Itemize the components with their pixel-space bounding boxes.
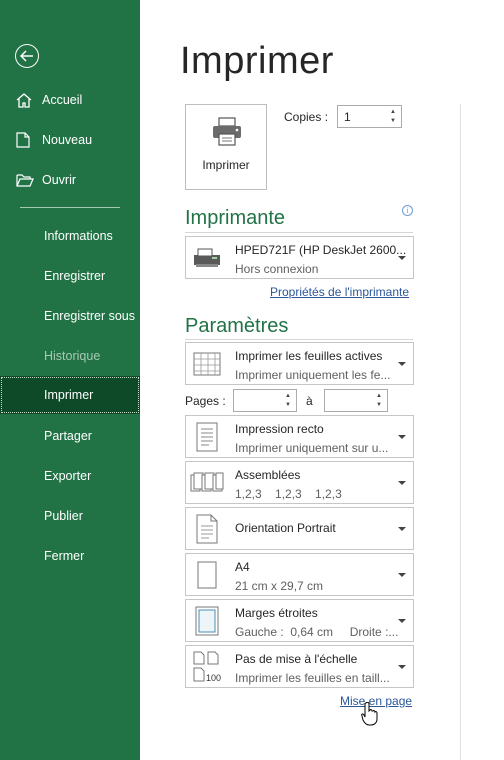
collate-desc: 1,2,3 1,2,3 1,2,3 [235, 487, 342, 501]
backstage-sidebar: Accueil Nouveau Ouvrir Informations Enre… [0, 0, 140, 760]
copies-label: Copies : [284, 110, 329, 124]
collate-select[interactable]: Assemblées 1,2,3 1,2,3 1,2,3 [185, 461, 414, 504]
one-sided-page-icon [190, 420, 224, 454]
printer-heading: Imprimante [185, 207, 286, 229]
collated-pages-icon [190, 466, 224, 500]
sidebar-item-save-as[interactable]: Enregistrer sous [0, 297, 140, 335]
sides-desc: Imprimer uniquement sur u... [235, 441, 389, 455]
copies-value: 1 [344, 110, 351, 124]
home-icon [16, 92, 42, 108]
sidebar-item-label: Fermer [44, 549, 85, 563]
pages-to-label: à [306, 394, 313, 408]
sidebar-item-open[interactable]: Ouvrir [0, 161, 140, 199]
margins-select[interactable]: Marges étroites Gauche : 0,64 cm Droite … [185, 599, 414, 642]
sidebar-item-label: Imprimer [44, 388, 94, 402]
sidebar-item-share[interactable]: Partager [0, 417, 140, 455]
sidebar-item-label: Partager [44, 429, 92, 443]
sidebar-item-home[interactable]: Accueil [0, 81, 140, 119]
sidebar-item-label: Nouveau [42, 133, 93, 147]
svg-text:100: 100 [206, 673, 221, 683]
printer-select[interactable]: HPED721F (HP DeskJet 2600... Hors connex… [185, 236, 414, 279]
heading-underline [185, 339, 413, 340]
sidebar-item-history: Historique [0, 337, 140, 375]
preview-divider [460, 104, 461, 760]
margins-icon [190, 604, 224, 638]
pages-from-stepper[interactable]: ▲ ▼ [233, 389, 297, 412]
margins-desc: Gauche : 0,64 cm Droite :... [235, 625, 399, 639]
pages-label: Pages : [185, 394, 226, 408]
settings-heading: Paramètres [185, 315, 289, 337]
orientation-select[interactable]: Orientation Portrait [185, 507, 414, 550]
scaling-title: Pas de mise à l'échelle [235, 652, 358, 666]
printer-icon [211, 117, 243, 152]
sidebar-item-label: Historique [44, 349, 101, 363]
sidebar-item-print[interactable]: Imprimer [0, 376, 140, 414]
sidebar-item-info[interactable]: Informations [0, 217, 140, 255]
sidebar-item-label: Publier [44, 509, 83, 523]
printer-properties-link[interactable]: Propriétés de l'imprimante [270, 285, 409, 299]
sidebar-item-label: Enregistrer sous [44, 309, 136, 323]
chevron-down-icon [398, 665, 406, 669]
stepper-arrows-icon[interactable]: ▲ ▼ [388, 108, 398, 126]
print-what-select[interactable]: Imprimer les feuilles actives Imprimer u… [185, 342, 414, 385]
stepper-arrows-icon[interactable]: ▲ ▼ [283, 392, 293, 410]
sides-select[interactable]: Impression recto Imprimer uniquement sur… [185, 415, 414, 458]
sides-title: Impression recto [235, 422, 324, 436]
orientation-title: Orientation Portrait [235, 521, 336, 535]
copies-stepper[interactable]: 1 ▲ ▼ [337, 105, 402, 128]
printer-name: HPED721F (HP DeskJet 2600... [235, 243, 407, 257]
chevron-down-icon [398, 362, 406, 366]
sidebar-item-label: Ouvrir [42, 173, 77, 187]
collate-title: Assemblées [235, 468, 301, 482]
page-title: Imprimer [180, 40, 334, 82]
paper-size-select[interactable]: A4 21 cm x 29,7 cm [185, 553, 414, 596]
scaling-select[interactable]: 100 Pas de mise à l'échelle Imprimer les… [185, 645, 414, 688]
paper-size-desc: 21 cm x 29,7 cm [235, 579, 324, 593]
sidebar-item-export[interactable]: Exporter [0, 457, 140, 495]
open-folder-icon [16, 173, 42, 187]
printer-device-icon [190, 241, 224, 275]
portrait-page-icon [190, 512, 224, 546]
paper-size-icon [190, 558, 224, 592]
sidebar-item-publish[interactable]: Publier [0, 497, 140, 535]
sidebar-item-label: Enregistrer [44, 269, 106, 283]
back-arrow-icon[interactable] [15, 44, 39, 68]
print-button[interactable]: Imprimer [185, 104, 267, 190]
chevron-down-icon [398, 481, 406, 485]
sidebar-divider [20, 207, 120, 208]
chevron-down-icon [398, 527, 406, 531]
heading-underline [185, 232, 413, 233]
scaling-icon: 100 [190, 650, 224, 684]
paper-size-title: A4 [235, 560, 250, 574]
sidebar-item-label: Accueil [42, 93, 83, 107]
sheet-grid-icon [190, 347, 224, 381]
printer-status: Hors connexion [235, 262, 319, 276]
sidebar-item-label: Exporter [44, 469, 92, 483]
print-what-title: Imprimer les feuilles actives [235, 349, 383, 363]
hand-cursor-icon [361, 701, 379, 731]
sidebar-item-label: Informations [44, 229, 113, 243]
chevron-down-icon [398, 573, 406, 577]
sidebar-item-save[interactable]: Enregistrer [0, 257, 140, 295]
scaling-desc: Imprimer les feuilles en taill... [235, 671, 390, 685]
sidebar-item-new[interactable]: Nouveau [0, 121, 140, 159]
sidebar-item-close[interactable]: Fermer [0, 537, 140, 575]
print-button-label: Imprimer [202, 158, 250, 172]
stepper-arrows-icon[interactable]: ▲ ▼ [374, 392, 384, 410]
chevron-down-icon [398, 619, 406, 623]
new-document-icon [16, 132, 42, 148]
chevron-down-icon [398, 256, 406, 260]
pages-to-stepper[interactable]: ▲ ▼ [324, 389, 388, 412]
margins-title: Marges étroites [235, 606, 318, 620]
info-icon[interactable]: i [402, 205, 413, 216]
chevron-down-icon [398, 435, 406, 439]
print-what-desc: Imprimer uniquement les fe... [235, 368, 391, 382]
